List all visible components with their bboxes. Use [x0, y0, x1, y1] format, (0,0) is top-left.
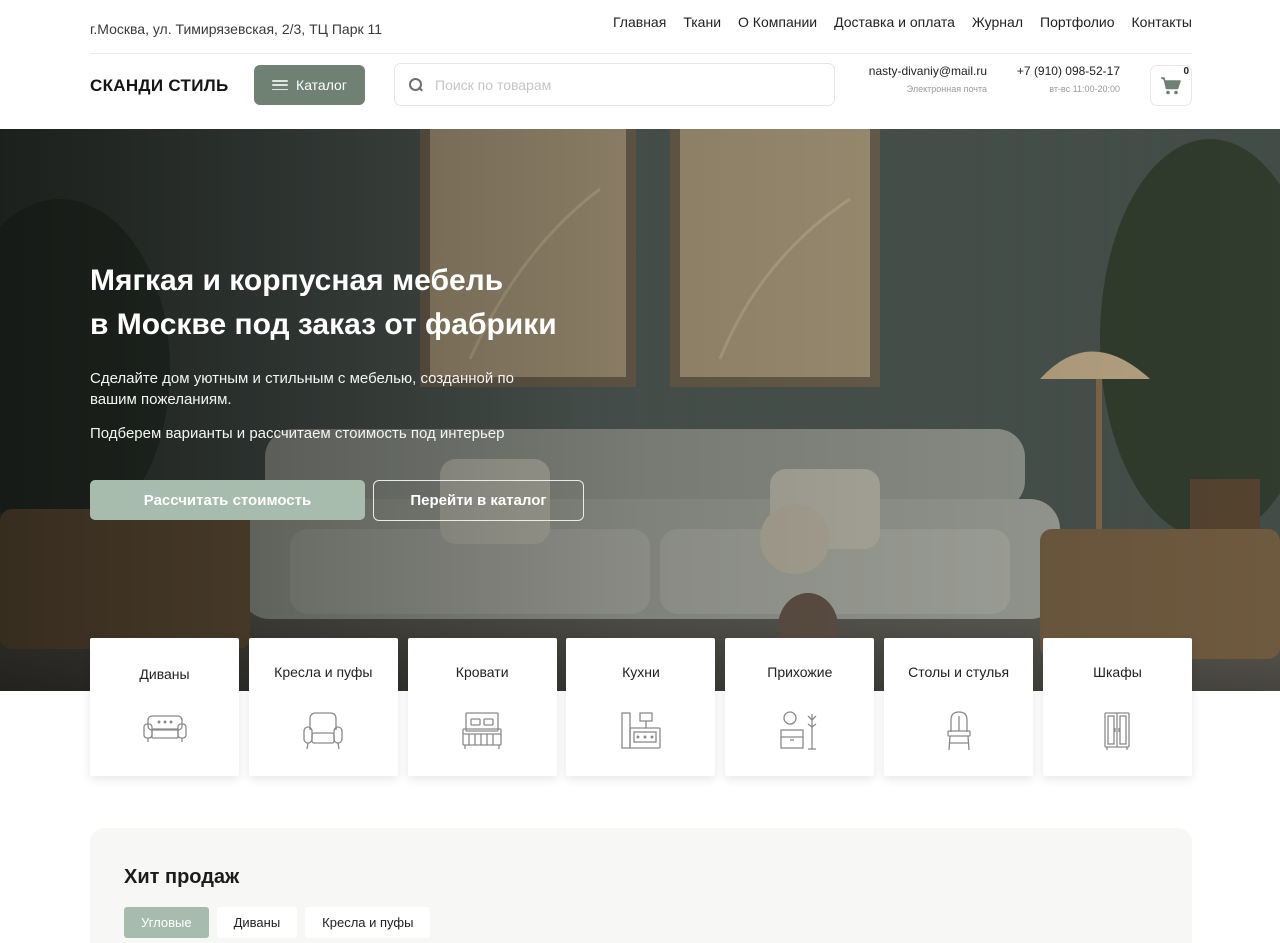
hero-title-line2: в Москве под заказ от фабрики	[90, 308, 557, 341]
nav-link-portfolio[interactable]: Портфолио	[1040, 14, 1115, 30]
header: СКАНДИ СТИЛЬ Каталог nasty-divaniy@mail.…	[90, 54, 1192, 129]
email-link[interactable]: nasty-divaniy@mail.ru	[869, 64, 987, 78]
category-card-beds[interactable]: Кровати	[407, 638, 557, 776]
category-card-kitchens[interactable]: Кухни	[566, 638, 716, 776]
sofa-icon	[142, 715, 187, 742]
category-card-sofas[interactable]: Диваны	[90, 638, 239, 776]
hero-content: Мягкая и корпусная мебель в Москве под з…	[90, 259, 650, 442]
phone-link[interactable]: +7 (910) 098-52-17	[1017, 64, 1120, 78]
site-logo[interactable]: СКАНДИ СТИЛЬ	[90, 76, 228, 96]
hallway-icon	[780, 711, 817, 750]
category-card-hallways[interactable]: Прихожие	[725, 638, 875, 776]
category-label: Шкафы	[1093, 664, 1142, 680]
nav-link-home[interactable]: Главная	[613, 14, 666, 30]
nav-link-journal[interactable]: Журнал	[972, 14, 1023, 30]
tab-corner-sofas[interactable]: Угловые	[124, 907, 209, 938]
category-label: Диваны	[139, 666, 190, 682]
top-bar: г.Москва, ул. Тимирязевская, 2/3, ТЦ Пар…	[90, 0, 1192, 54]
bed-icon	[462, 712, 502, 749]
menu-icon	[272, 80, 289, 90]
hero-banner: Мягкая и корпусная мебель в Москве под з…	[0, 129, 1280, 691]
phone-caption: вт-вс 11:00-20:00	[1049, 84, 1120, 94]
catalog-button-label: Каталог	[296, 77, 347, 93]
store-address: г.Москва, ул. Тимирязевская, 2/3, ТЦ Пар…	[90, 21, 383, 37]
category-cards: Диваны Кресла и пуфы Кровати Кухни Прихо…	[90, 638, 1192, 776]
category-label: Кресла и пуфы	[274, 664, 373, 680]
search-input[interactable]	[435, 76, 815, 93]
nav-link-about[interactable]: О Компании	[738, 14, 817, 30]
hero-title-line1: Мягкая и корпусная мебель	[90, 264, 504, 297]
bestsellers-section: Хит продаж Угловые Диваны Кресла и пуфы	[90, 828, 1192, 943]
search-box	[394, 63, 835, 106]
chair-icon	[946, 711, 971, 751]
category-card-tables-chairs[interactable]: Столы и стулья	[884, 638, 1034, 776]
calculate-cost-button[interactable]: Рассчитать стоимость	[90, 480, 365, 520]
armchair-icon	[303, 712, 343, 750]
category-card-wardrobes[interactable]: Шкафы	[1042, 638, 1192, 776]
category-label: Столы и стулья	[908, 664, 1010, 680]
category-label: Прихожие	[767, 664, 833, 680]
hero-subtitle: Сделайте дом уютным и стильным с мебелью…	[90, 370, 514, 408]
category-card-armchairs[interactable]: Кресла и пуфы	[248, 638, 398, 776]
phone-contact: +7 (910) 098-52-17 вт-вс 11:00-20:00	[1017, 64, 1120, 94]
search-icon[interactable]	[409, 77, 423, 92]
email-caption: Электронная почта	[906, 84, 987, 94]
cart-icon	[1161, 76, 1181, 94]
wardrobe-icon	[1104, 712, 1131, 750]
catalog-button[interactable]: Каталог	[254, 65, 365, 105]
nav-link-contacts[interactable]: Контакты	[1132, 14, 1192, 30]
category-label: Кухни	[622, 664, 660, 680]
kitchen-icon	[621, 712, 661, 749]
bestsellers-title: Хит продаж	[124, 866, 240, 888]
hero-subtitle-2: Подберем варианты и рассчитаем стоимость…	[90, 425, 505, 442]
tab-sofas[interactable]: Диваны	[216, 907, 298, 938]
top-navigation: Главная Ткани О Компании Доставка и опла…	[613, 14, 1192, 30]
email-contact: nasty-divaniy@mail.ru Электронная почта	[869, 64, 987, 94]
nav-link-fabrics[interactable]: Ткани	[683, 14, 721, 30]
category-label: Кровати	[455, 664, 509, 680]
hero-title: Мягкая и корпусная мебель в Москве под з…	[90, 259, 650, 347]
bestsellers-tabs: Угловые Диваны Кресла и пуфы	[124, 907, 431, 938]
cart-count-badge: 0	[1183, 66, 1189, 77]
go-to-catalog-button[interactable]: Перейти в каталог	[373, 480, 584, 521]
cart-button[interactable]: 0	[1150, 65, 1192, 106]
nav-link-delivery[interactable]: Доставка и оплата	[834, 14, 955, 30]
tab-armchairs[interactable]: Кресла и пуфы	[305, 907, 431, 938]
